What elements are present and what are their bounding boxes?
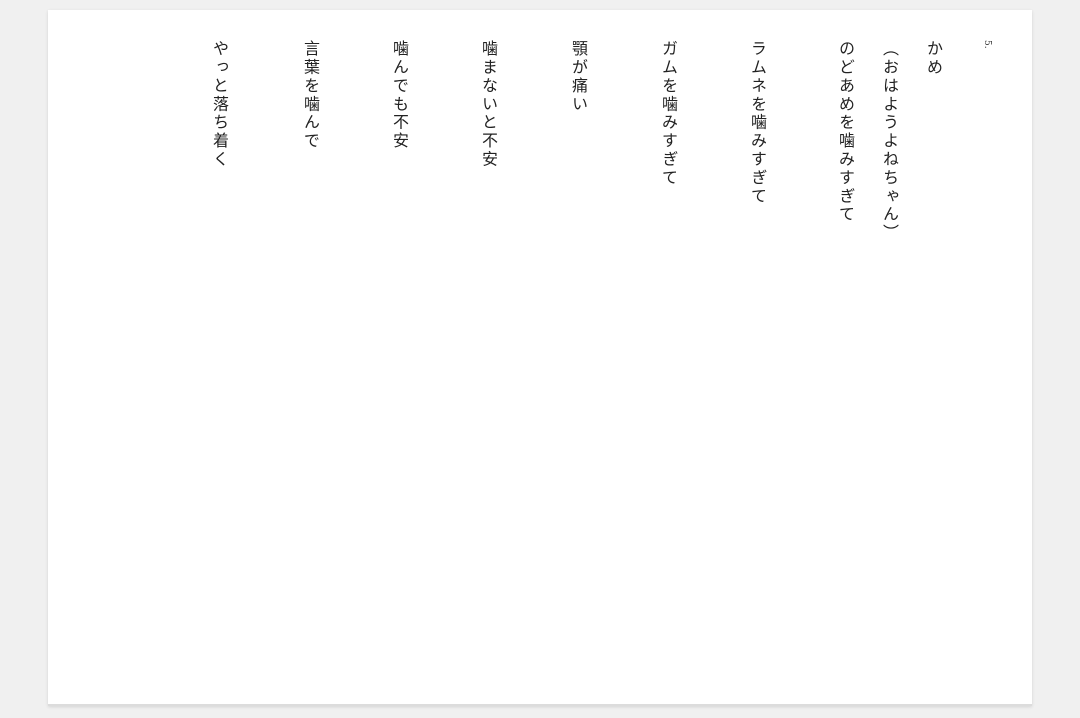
poem-line-1: かめ bbox=[924, 40, 943, 77]
poem-line-7: 噛まないと不安 bbox=[479, 40, 498, 169]
poem-line-6: 顎が痛い bbox=[569, 40, 588, 114]
poem-line-2: （おはようよねちゃん） bbox=[880, 40, 899, 243]
page-number: 5. bbox=[982, 40, 992, 49]
poem-line-3: のどあめを噛みすぎて bbox=[836, 40, 855, 224]
poem-line-10: やっと落ち着く bbox=[210, 40, 229, 169]
poem-line-5: ガムを噛みすぎて bbox=[659, 40, 678, 188]
poem-line-4: ラムネを噛みすぎて bbox=[748, 40, 767, 206]
document-page: 5. かめ （おはようよねちゃん） のどあめを噛みすぎて ラムネを噛みすぎて ガ… bbox=[48, 10, 1032, 706]
poem-line-9: 言葉を噛んで bbox=[301, 40, 320, 151]
poem-line-8: 噛んでも不安 bbox=[390, 40, 409, 151]
